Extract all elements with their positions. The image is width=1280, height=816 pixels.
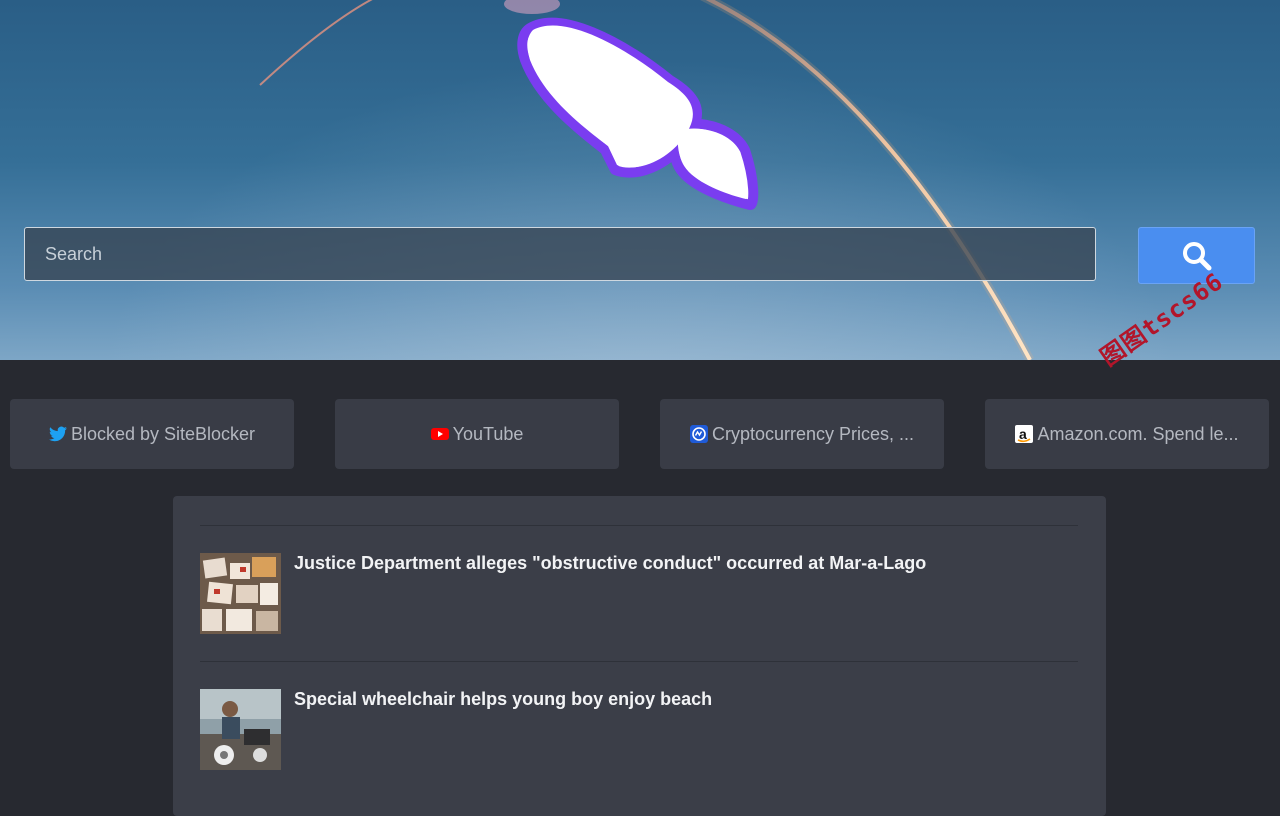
- hero-background: [0, 0, 1280, 360]
- shortcut-label: Cryptocurrency Prices, ...: [711, 423, 915, 444]
- search-input[interactable]: [25, 228, 1095, 280]
- amazon-icon: a: [1015, 425, 1034, 443]
- news-panel: Justice Department alleges "obstructive …: [173, 496, 1106, 816]
- youtube-icon: [430, 425, 449, 443]
- news-item[interactable]: Special wheelchair helps young boy enjoy…: [200, 689, 1078, 779]
- divider: [200, 525, 1078, 526]
- shortcuts-bar: Blocked by SiteBlocker YouTube Cryptocur…: [0, 399, 1280, 469]
- shortcut-tile[interactable]: a Amazon.com. Spend le...: [985, 399, 1269, 469]
- shortcut-label: YouTube: [452, 423, 524, 444]
- news-item[interactable]: Justice Department alleges "obstructive …: [200, 553, 1078, 643]
- shortcut-tile[interactable]: Blocked by SiteBlocker: [10, 399, 294, 469]
- shortcut-label: Blocked by SiteBlocker: [70, 423, 256, 444]
- news-headline[interactable]: Special wheelchair helps young boy enjoy…: [294, 689, 712, 710]
- rocket-logo-icon: [504, 0, 759, 210]
- shortcut-label: Amazon.com. Spend le...: [1037, 423, 1239, 444]
- twitter-icon: [48, 425, 67, 443]
- news-thumbnail: [200, 689, 281, 770]
- svg-text:a: a: [1019, 426, 1027, 442]
- divider: [200, 661, 1078, 662]
- shortcut-tile[interactable]: Cryptocurrency Prices, ...: [660, 399, 944, 469]
- coinmarketcap-icon: [689, 425, 708, 443]
- news-headline[interactable]: Justice Department alleges "obstructive …: [294, 553, 926, 574]
- news-thumbnail: [200, 553, 281, 634]
- shortcut-tile[interactable]: YouTube: [335, 399, 619, 469]
- search-field[interactable]: [24, 227, 1096, 281]
